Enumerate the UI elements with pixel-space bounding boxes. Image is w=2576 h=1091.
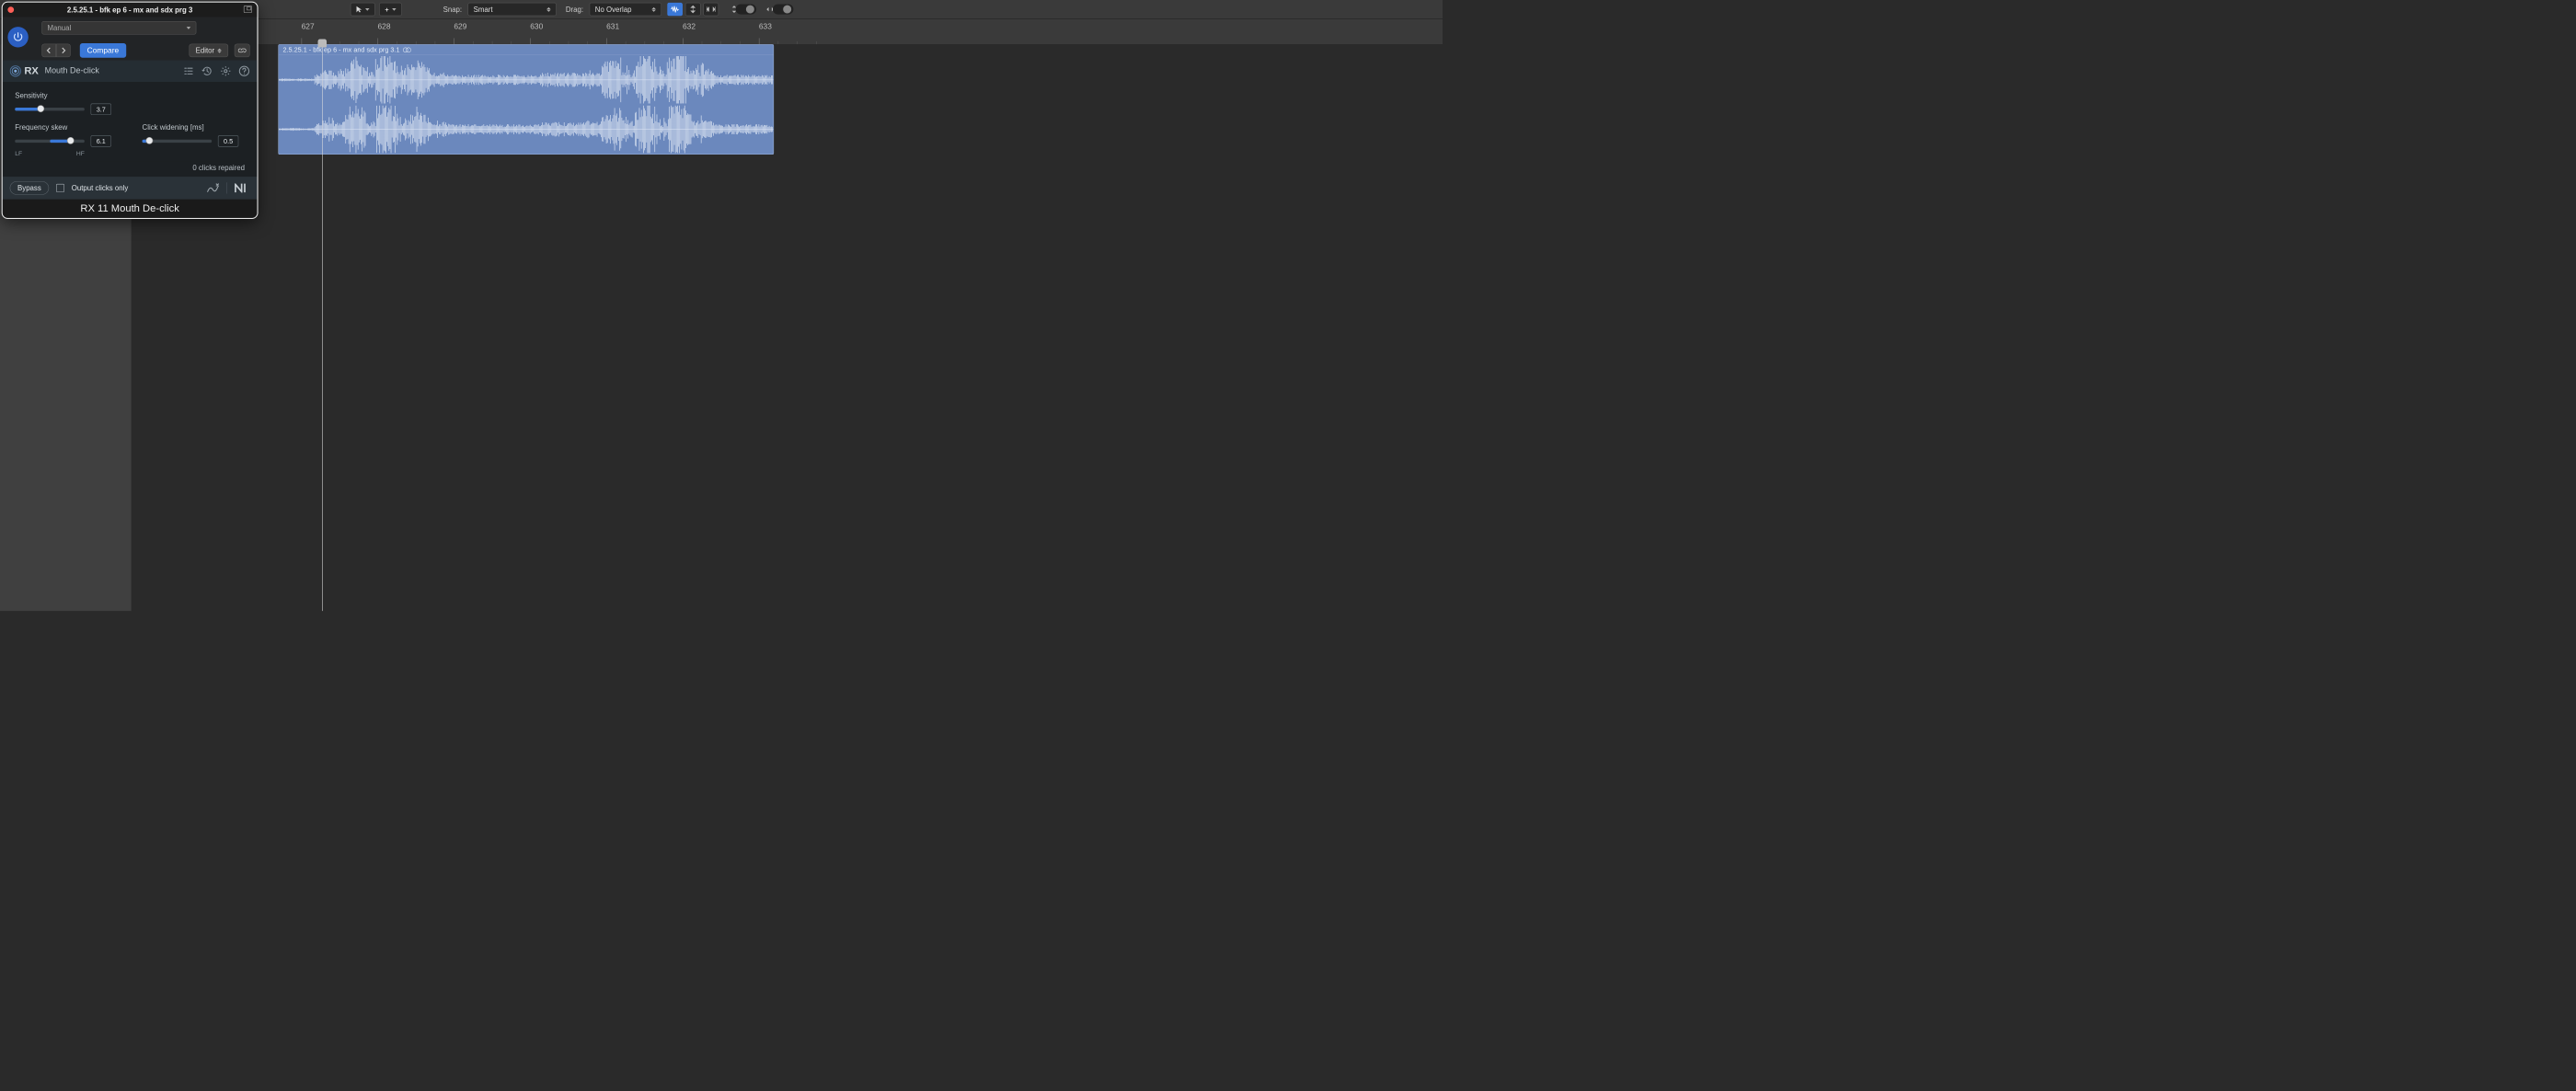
stereo-icon (403, 47, 411, 53)
sensitivity-value[interactable]: 3.7 (91, 104, 111, 115)
rx-logo: RX (10, 65, 39, 77)
audio-clip[interactable]: 2.5.25.1 - bfk ep 6 - mx and sdx prg 3.1 (278, 44, 774, 155)
plugin-module-name: Mouth De-click (45, 66, 99, 75)
plugin-window[interactable]: 2.5.25.1 - bfk ep 6 - mx and sdx prg 3 M… (3, 3, 258, 218)
snap-label: Snap: (443, 6, 462, 14)
frequency-skew-slider[interactable] (15, 140, 85, 143)
add-tool[interactable]: + (379, 3, 401, 17)
plugin-titlebar[interactable]: 2.5.25.1 - bfk ep 6 - mx and sdx prg 3 (3, 3, 258, 17)
playhead-handle[interactable] (318, 40, 328, 48)
hf-label: HF (76, 150, 85, 157)
clip-name: 2.5.25.1 - bfk ep 6 - mx and sdx prg 3.1 (282, 46, 399, 53)
frequency-skew-value[interactable]: 6.1 (91, 135, 111, 146)
close-icon[interactable] (7, 6, 14, 13)
gear-icon[interactable] (220, 65, 231, 76)
click-widening-slider[interactable] (143, 140, 213, 143)
ni-logo-icon (235, 183, 250, 192)
frequency-skew-label: Frequency skew (15, 123, 111, 132)
preset-list-icon[interactable] (183, 65, 194, 76)
drag-select[interactable]: No Overlap (590, 3, 661, 17)
sensitivity-label: Sensitivity (15, 91, 245, 99)
prev-preset-button[interactable] (41, 44, 56, 58)
next-preset-button[interactable] (56, 44, 71, 58)
preset-select[interactable]: Manual (41, 21, 196, 35)
clip-header[interactable]: 2.5.25.1 - bfk ep 6 - mx and sdx prg 3.1 (279, 45, 774, 55)
waveform-channel-left (279, 55, 774, 105)
snap-value: Smart (474, 6, 493, 14)
waveform-channel-right (279, 105, 774, 155)
compare-button[interactable]: Compare (80, 43, 126, 58)
editor-label: Editor (196, 46, 214, 54)
plugin-footer: Bypass Output clicks only (3, 177, 258, 200)
waveform-view-icon[interactable] (667, 3, 683, 17)
vertical-zoom-toggle[interactable] (736, 4, 756, 14)
click-widening-label: Click widening [ms] (143, 123, 239, 132)
learn-icon[interactable] (206, 182, 220, 193)
plugin-params: Sensitivity 3.7 Frequency skew 6.1 LFHF … (3, 82, 258, 161)
history-icon[interactable] (201, 65, 213, 76)
sensitivity-slider[interactable] (15, 108, 85, 110)
editor-select[interactable]: Editor (190, 44, 229, 58)
bypass-button[interactable]: Bypass (10, 181, 50, 195)
window-mode-icon[interactable] (244, 6, 252, 13)
rx-wave-icon (10, 65, 21, 76)
link-button[interactable] (235, 44, 250, 58)
help-icon[interactable] (238, 65, 249, 76)
drag-label: Drag: (566, 6, 583, 14)
zoom-vertical-icon[interactable] (685, 3, 701, 17)
zoom-horizontal-icon[interactable] (703, 3, 719, 17)
clicks-repaired-status: 0 clicks repaired (3, 161, 258, 177)
horizontal-zoom-toggle[interactable] (773, 4, 793, 14)
plugin-module-header: RX Mouth De-click (3, 61, 258, 83)
preset-name: Manual (48, 24, 72, 32)
click-widening-value[interactable]: 0.5 (218, 135, 238, 146)
cursor-tool[interactable] (351, 3, 375, 17)
lf-label: LF (15, 150, 22, 157)
plugin-window-title: 2.5.25.1 - bfk ep 6 - mx and sdx prg 3 (3, 6, 258, 14)
snap-select[interactable]: Smart (467, 3, 556, 17)
plugin-name-footer: RX 11 Mouth De-click (3, 200, 258, 218)
drag-value: No Overlap (595, 6, 632, 14)
output-clicks-label: Output clicks only (72, 184, 128, 192)
arrangement-area[interactable]: 2.5.25.1 - bfk ep 6 - mx and sdx prg 3.1 (132, 44, 1443, 611)
playhead[interactable] (322, 44, 323, 611)
output-clicks-checkbox[interactable] (56, 184, 64, 192)
